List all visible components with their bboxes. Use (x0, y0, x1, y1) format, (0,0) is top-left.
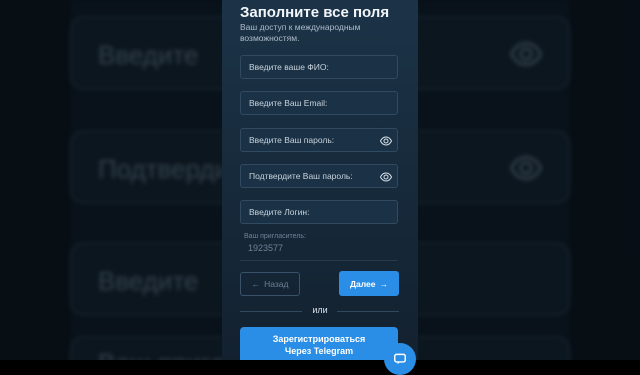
email-placeholder: Введите Ваш Email: (249, 98, 328, 108)
login-field[interactable]: Введите Логин: (240, 200, 398, 224)
referrer-label: Ваш пригласитель: (244, 233, 306, 240)
password-field[interactable]: Введите Ваш пароль: (240, 128, 398, 152)
telegram-button-line1: Зарегистрироваться (272, 334, 366, 344)
full-name-placeholder: Введите ваше ФИО: (249, 62, 329, 72)
confirm-password-placeholder: Подтвердите Ваш пароль: (249, 171, 353, 181)
or-separator: или (312, 305, 328, 315)
password-placeholder: Введите Ваш пароль: (249, 135, 335, 145)
arrow-right-icon: → (379, 278, 389, 289)
eye-icon[interactable] (380, 135, 392, 147)
login-placeholder: Введите Логин: (249, 207, 310, 217)
next-button[interactable]: Далее → (339, 271, 399, 296)
chat-icon (394, 353, 406, 365)
referrer-value: 1923577 (248, 243, 284, 253)
form-title: Заполните все поля (240, 4, 390, 21)
confirm-password-field[interactable]: Подтвердите Ваш пароль: (240, 164, 398, 188)
full-name-field[interactable]: Введите ваше ФИО: (240, 55, 398, 79)
chat-button[interactable] (384, 343, 416, 375)
next-button-label: Далее (349, 278, 376, 289)
telegram-button-line2: Через Telegram (284, 346, 354, 356)
form-subtitle: Ваш доступ к международным возможностям. (240, 22, 361, 43)
email-field[interactable]: Введите Ваш Email: (240, 91, 398, 115)
telegram-register-button[interactable]: Зарегистрироваться Через Telegram (240, 327, 398, 360)
back-button[interactable]: ← Назад (240, 272, 300, 296)
registration-panel: Заполните все поля Ваш доступ к междунар… (222, 0, 418, 360)
arrow-left-icon: ← (251, 279, 261, 289)
divider-right (337, 311, 399, 312)
eye-icon[interactable] (380, 171, 392, 183)
back-button-label: Назад (264, 279, 289, 289)
